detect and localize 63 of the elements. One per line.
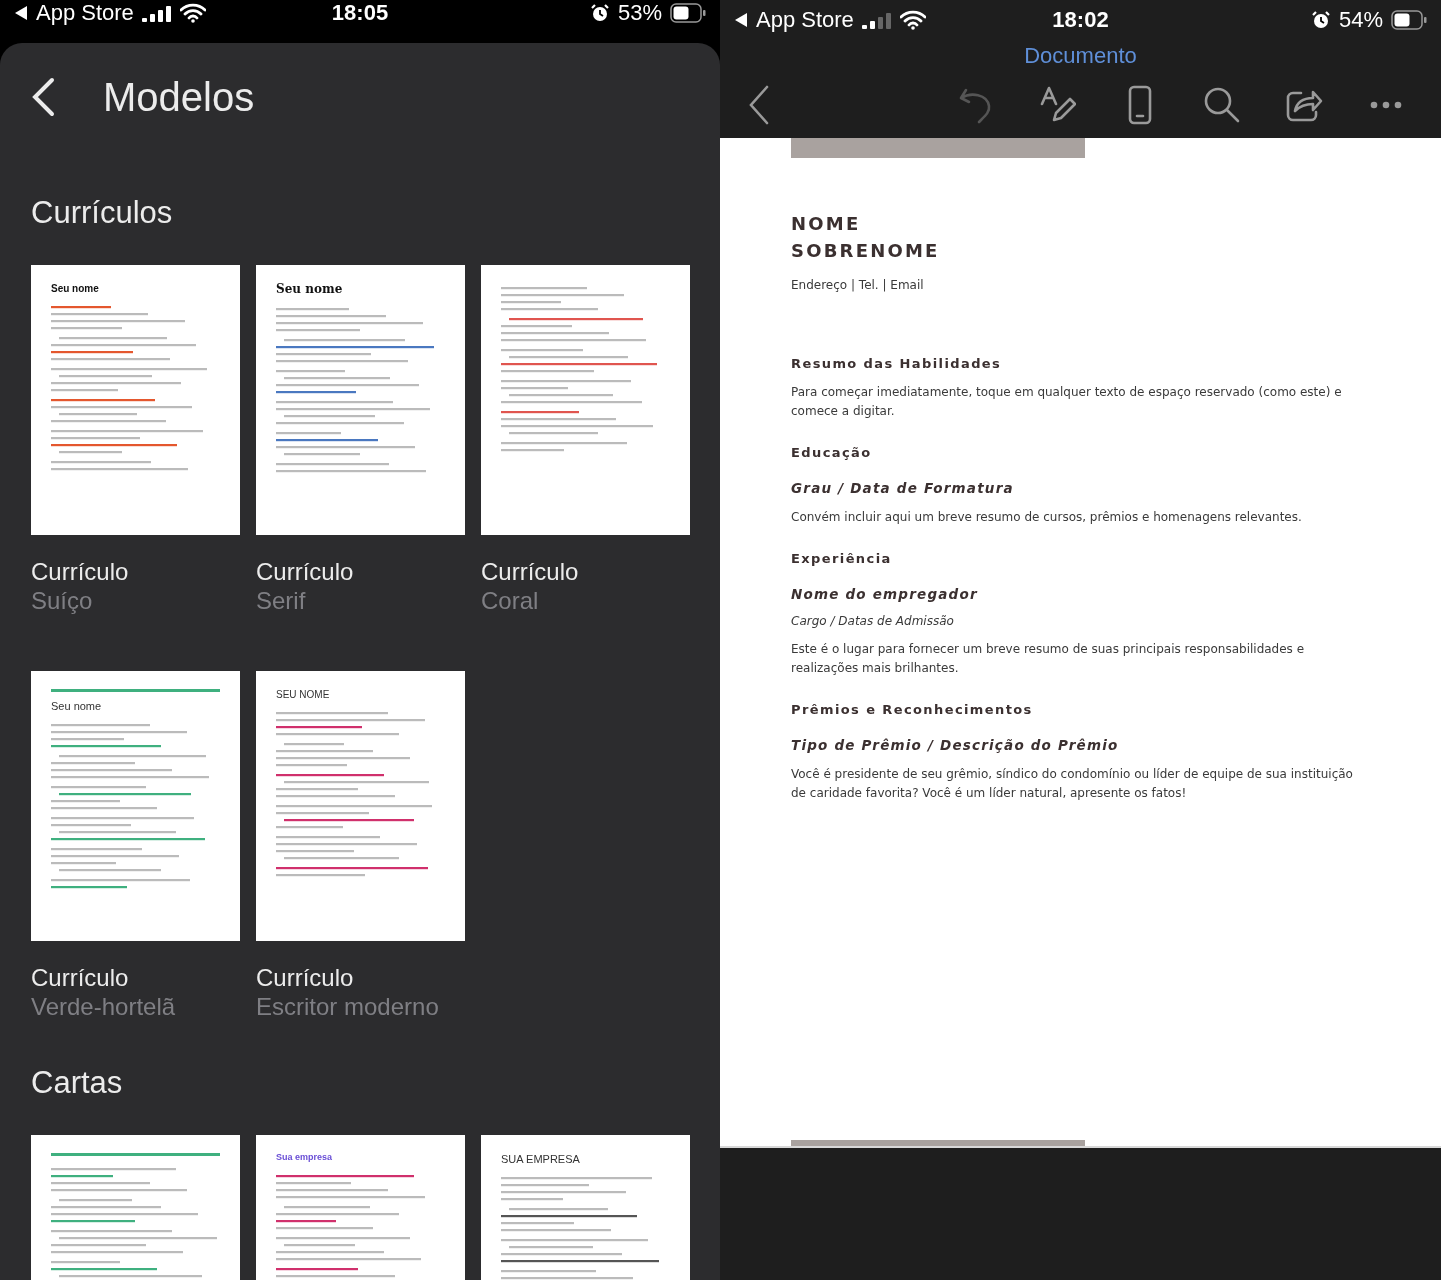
body-text: Para começar imediatamente, toque em qualquer texto de espaço reservado (como este) e comece a digitar. bbox=[791, 384, 1343, 420]
template-thumbnail[interactable]: SEU NOME bbox=[256, 671, 465, 941]
template-name: Currículo bbox=[481, 557, 580, 586]
section-heading: Educação bbox=[791, 445, 873, 460]
body-text: Você é presidente de seu grêmio, síndico do condomínio ou líder de equipe de sua instituição de caridade favorita? Você é um líder natural, apresente os fatos! bbox=[791, 766, 1354, 802]
body-text: Convém incluir aqui um breve resumo de cursos, prêmios e homenagens relevantes. bbox=[791, 509, 1303, 526]
template-variant: Verde-hortelã bbox=[31, 992, 177, 1021]
wifi-icon bbox=[179, 3, 206, 23]
template-variant: Suíço bbox=[31, 586, 94, 615]
section-heading: Prêmios e Reconhecimentos bbox=[791, 702, 1034, 717]
document-title: Documento bbox=[1024, 43, 1137, 68]
clock-time: 18:05 bbox=[331, 0, 389, 25]
back-triangle-icon bbox=[14, 5, 28, 21]
thumbnail-heading: Seu nome bbox=[276, 283, 344, 297]
thumbnail-heading: Sua empresa bbox=[276, 1153, 334, 1163]
text-edit-icon bbox=[1040, 86, 1076, 124]
battery-percentage: 53% bbox=[617, 0, 662, 26]
template-thumbnail[interactable]: Sua empresa bbox=[256, 1135, 465, 1280]
thumbnail-heading: SUA EMPRESA bbox=[501, 1153, 581, 1166]
template-variant: Coral bbox=[481, 586, 540, 615]
clock-time: 18:02 bbox=[1052, 7, 1109, 32]
back-triangle-icon bbox=[734, 12, 748, 28]
template-name: Currículo bbox=[256, 963, 355, 992]
template-thumbnail[interactable]: SUA EMPRESA bbox=[481, 1135, 690, 1280]
battery-icon bbox=[1391, 10, 1427, 30]
body-text: Este é o lugar para fornecer um breve resumo de suas principais responsabilidades e realizações mais brilhantes. bbox=[791, 641, 1306, 677]
thumbnail-heading: SEU NOME bbox=[276, 689, 331, 700]
template-variant: Escritor moderno bbox=[256, 992, 440, 1021]
signal-icon bbox=[861, 11, 892, 29]
signal-icon bbox=[141, 4, 172, 22]
template-variant: Serif bbox=[256, 586, 307, 615]
section-heading: Experiência bbox=[791, 551, 893, 566]
alarm-icon bbox=[1310, 10, 1331, 30]
search-icon bbox=[1204, 87, 1240, 123]
template-name: Currículo bbox=[31, 557, 130, 586]
page-title: Modelos bbox=[103, 74, 255, 120]
body-text: Cargo / Datas de Admissão bbox=[791, 614, 955, 628]
alarm-icon bbox=[589, 3, 610, 23]
more-icon bbox=[1370, 101, 1402, 109]
section-title: Cartas bbox=[31, 1064, 124, 1102]
back-icon[interactable] bbox=[748, 85, 770, 125]
template-name: Currículo bbox=[256, 557, 355, 586]
subsection-heading: Grau / Data de Formatura bbox=[791, 480, 1015, 496]
battery-icon bbox=[670, 3, 706, 23]
template-thumbnail[interactable]: Seu nome bbox=[256, 265, 465, 535]
back-app-label[interactable]: App Store bbox=[36, 0, 134, 26]
subsection-heading: Tipo de Prêmio / Descrição do Prêmio bbox=[791, 737, 1120, 753]
wifi-icon bbox=[899, 10, 926, 30]
back-app-label[interactable]: App Store bbox=[756, 7, 854, 33]
name-heading: SOBRENOME bbox=[791, 239, 941, 263]
template-thumbnail[interactable]: Seu nome bbox=[31, 265, 240, 535]
name-heading: NOME bbox=[791, 212, 862, 236]
section-title: Currículos bbox=[31, 194, 174, 232]
thumbnail-heading: Seu nome bbox=[51, 283, 100, 294]
battery-percentage: 54% bbox=[1338, 7, 1383, 33]
template-thumbnail[interactable]: Seu nome bbox=[31, 671, 240, 941]
template-thumbnail[interactable] bbox=[481, 265, 690, 535]
thumbnail-heading: Seu nome bbox=[51, 700, 103, 713]
contact-line: Endereço | Tel. | Email bbox=[791, 278, 925, 292]
subsection-heading: Nome do empregador bbox=[791, 586, 979, 602]
phone-icon bbox=[1128, 85, 1152, 125]
template-name: Currículo bbox=[31, 963, 130, 992]
section-heading: Resumo das Habilidades bbox=[791, 356, 1003, 371]
